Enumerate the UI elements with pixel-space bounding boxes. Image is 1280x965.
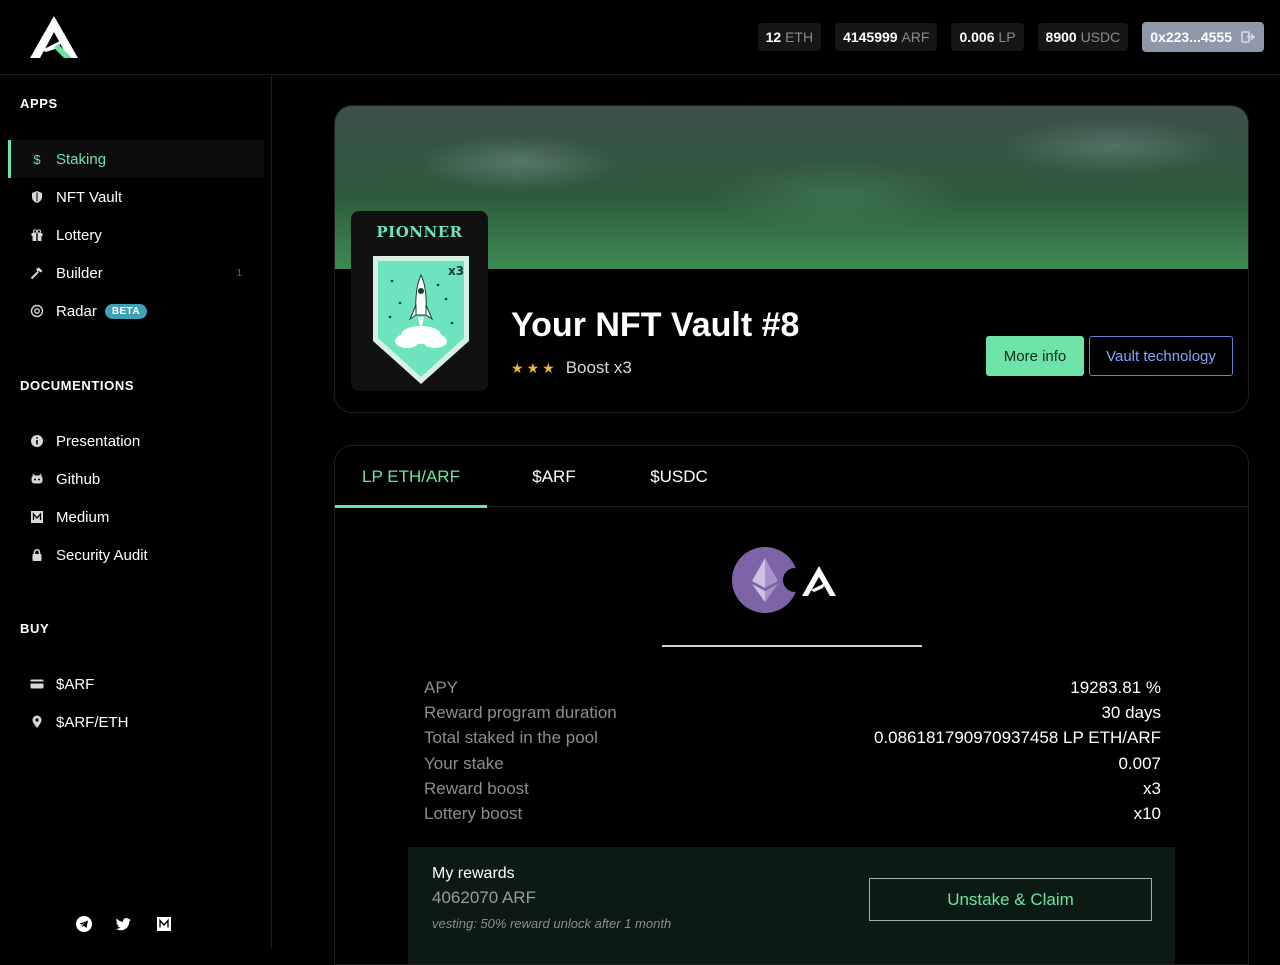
unstake-claim-button[interactable]: Unstake & Claim [869, 878, 1152, 921]
info-icon [31, 435, 43, 447]
main-content: PIONNER x3 Your NFT Vault #8 ★ ★ ★ Boost… [273, 76, 1280, 965]
sidebar-item-label: Presentation [56, 432, 141, 450]
sidebar-item-nft-vault[interactable]: NFT Vault [8, 178, 264, 216]
buy-nav: $ARF $ARF/ETH [8, 665, 264, 741]
rewards-panel: My rewards 4062070 ARF vesting: 50% rewa… [408, 847, 1175, 964]
balance-usdc: 8900 USDC [1037, 23, 1129, 51]
hammer-icon [30, 267, 43, 280]
sidebar-item-label: $ARF [56, 675, 95, 693]
vault-title: Your NFT Vault #8 [511, 306, 800, 344]
arf-logo-icon[interactable] [28, 14, 80, 60]
divider [662, 645, 922, 647]
vault-card: PIONNER x3 Your NFT Vault #8 ★ ★ ★ Boost… [334, 105, 1249, 413]
sidebar-item-buy-arf-eth[interactable]: $ARF/ETH [8, 703, 264, 741]
social-links [76, 916, 172, 932]
more-info-button[interactable]: More info [986, 336, 1084, 376]
shield-icon [32, 191, 42, 203]
dollar-icon: $ [33, 151, 41, 167]
medium-icon[interactable] [156, 916, 172, 932]
map-pin-icon [32, 715, 42, 728]
apps-section-title: APPS [20, 96, 58, 111]
medium-icon [31, 511, 43, 523]
boost-label: Boost x3 [565, 358, 632, 377]
sidebar-item-radar[interactable]: Radar BETA [8, 292, 264, 330]
nft-multiplier: x3 [448, 264, 464, 278]
stat-reward-boost: Reward boost x3 [424, 778, 1161, 798]
pool-tabs: LP ETH/ARF $ARF $USDC [335, 446, 1248, 508]
stat-lottery-boost: Lottery boost x10 [424, 803, 1161, 823]
rocket-shield-icon: x3 [373, 256, 469, 384]
sidebar-item-label: Github [56, 470, 101, 488]
sidebar-item-label: $ARF/ETH [56, 713, 129, 731]
rewards-amount: 4062070 ARF [432, 888, 536, 907]
nft-card[interactable]: PIONNER x3 [351, 211, 488, 391]
radar-icon [30, 304, 44, 318]
telegram-icon[interactable] [76, 916, 92, 932]
sidebar-item-label: Staking [56, 150, 107, 168]
sidebar-item-lottery[interactable]: Lottery [8, 216, 264, 254]
sidebar-item-label: Builder [56, 264, 103, 282]
balance-arf: 4145999 ARF [835, 23, 938, 51]
sidebar-item-security-audit[interactable]: Security Audit [8, 536, 264, 574]
sidebar-item-label: Lottery [56, 226, 102, 244]
star-icon: ★ [511, 359, 524, 376]
nft-title: PIONNER [376, 223, 463, 241]
vault-technology-button[interactable]: Vault technology [1089, 336, 1233, 376]
stat-your-stake: Your stake 0.007 [424, 753, 1161, 773]
stat-apy: APY 19283.81 % [424, 678, 1161, 697]
lock-icon [32, 548, 42, 561]
rewards-title: My rewards [432, 865, 515, 882]
stat-total-staked: Total staked in the pool 0.08618179097093… [424, 728, 1161, 748]
wallet-address: 0x223...4555 [1150, 29, 1232, 45]
buy-section-title: BUY [20, 621, 50, 636]
credit-card-icon [30, 679, 44, 689]
top-bar: 12 ETH 4145999 ARF 0.006 LP 8900 USDC 0x… [0, 0, 1280, 75]
logout-icon [1241, 31, 1256, 43]
twitter-icon[interactable] [116, 916, 132, 932]
apps-nav: $ Staking NFT Vault Lottery Builder 1 Ra… [8, 140, 264, 330]
wallet-button[interactable]: 0x223...4555 [1142, 22, 1264, 52]
tab-lp-eth-arf[interactable]: LP ETH/ARF [335, 446, 487, 508]
token-pair-icons [732, 547, 836, 613]
sidebar-item-builder[interactable]: Builder 1 [8, 254, 264, 292]
arf-token-icon [802, 566, 836, 596]
sidebar-item-buy-arf[interactable]: $ARF [8, 665, 264, 703]
gift-icon [31, 229, 43, 241]
sidebar-item-label: Medium [56, 508, 110, 526]
balance-lp: 0.006 LP [951, 23, 1024, 51]
sidebar-item-label: Security Audit [56, 546, 148, 564]
stat-duration: Reward program duration 30 days [424, 703, 1161, 723]
sidebar: APPS $ Staking NFT Vault Lottery Builder… [0, 76, 272, 948]
vesting-note: vesting: 50% reward unlock after 1 month [432, 916, 672, 931]
sidebar-item-github[interactable]: Github [8, 460, 264, 498]
balance-eth: 12 ETH [757, 23, 822, 51]
sidebar-item-presentation[interactable]: Presentation [8, 422, 264, 460]
sidebar-item-label: Radar [56, 302, 97, 320]
star-icon: ★ [542, 359, 555, 376]
docs-section-title: DOCUMENTIONS [20, 378, 135, 393]
pool-stats: APY 19283.81 % Reward program duration 30 … [424, 678, 1161, 829]
docs-nav: Presentation Github Medium Security Audi… [8, 422, 264, 574]
tab-usdc[interactable]: $USDC [621, 446, 737, 507]
sidebar-item-medium[interactable]: Medium [8, 498, 264, 536]
sidebar-item-staking[interactable]: $ Staking [8, 140, 264, 178]
vault-rating: ★ ★ ★ Boost x3 [511, 358, 632, 378]
star-icon: ★ [526, 359, 540, 376]
github-icon [31, 473, 43, 484]
tab-arf[interactable]: $ARF [487, 446, 621, 507]
beta-badge: BETA [104, 303, 147, 319]
pool-card: LP ETH/ARF $ARF $USDC APY 19283.81 % Rewa… [334, 445, 1249, 965]
builder-count-badge: 1 [236, 267, 242, 279]
balances: 12 ETH 4145999 ARF 0.006 LP 8900 USDC 0x… [757, 22, 1264, 52]
sidebar-item-label: NFT Vault [56, 188, 123, 206]
